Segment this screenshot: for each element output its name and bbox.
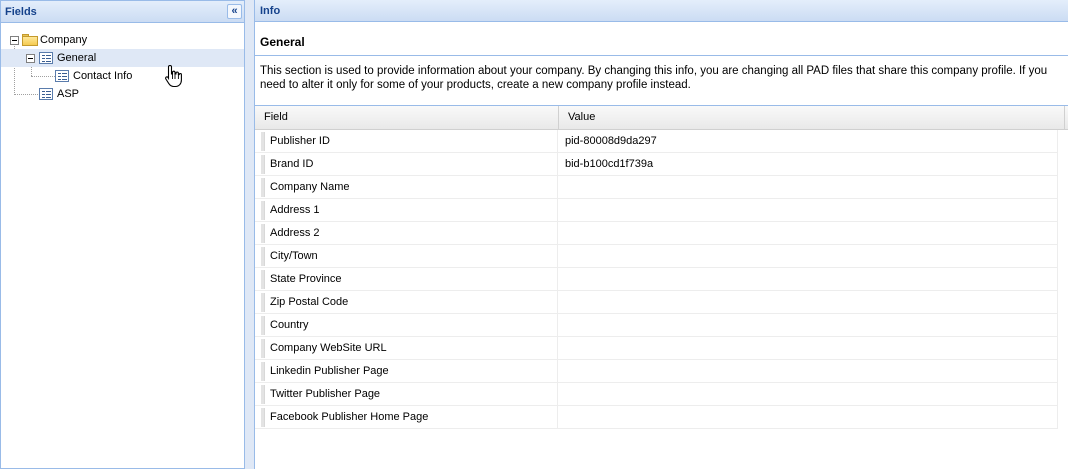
table-row[interactable]: Company WebSite URL: [255, 337, 1058, 360]
grid-header: Field Value: [255, 106, 1068, 130]
section-title: General: [260, 35, 305, 49]
field-value-cell[interactable]: [559, 314, 1058, 337]
table-row[interactable]: State Province: [255, 268, 1058, 291]
field-value-cell[interactable]: [559, 291, 1058, 314]
tree-node-label: General: [57, 52, 97, 64]
field-value-cell[interactable]: [559, 360, 1058, 383]
tree-node-contact-info[interactable]: Contact Info: [1, 67, 244, 85]
collapse-toggle-icon[interactable]: [10, 36, 19, 45]
field-name-cell: Twitter Publisher Page: [265, 383, 558, 406]
table-row[interactable]: Facebook Publisher Home Page: [255, 406, 1058, 429]
field-name-cell: Brand ID: [265, 153, 558, 176]
table-row[interactable]: Company Name: [255, 176, 1058, 199]
info-panel: Info General This section is used to pro…: [254, 0, 1068, 469]
tree-node-label: ASP: [57, 88, 80, 100]
info-panel-header: Info: [255, 0, 1068, 22]
collapse-toggle-icon[interactable]: [26, 54, 35, 63]
tree-node-label: Company: [40, 34, 88, 46]
field-value-cell[interactable]: pid-80008d9da297: [559, 130, 1058, 153]
field-value-cell[interactable]: [559, 337, 1058, 360]
hand-cursor-icon: [165, 64, 182, 88]
field-name-cell: City/Town: [265, 245, 558, 268]
tree-node-general[interactable]: General: [1, 49, 244, 67]
column-header-value[interactable]: Value: [559, 106, 1065, 129]
fields-panel: Fields « Company General Contact Info AS…: [0, 0, 245, 469]
form-icon: [39, 52, 53, 64]
panel-splitter[interactable]: [245, 0, 254, 469]
double-chevron-left-icon: «: [231, 5, 238, 17]
tree-node-asp[interactable]: ASP: [1, 85, 244, 103]
table-row[interactable]: Twitter Publisher Page: [255, 383, 1058, 406]
tree-node-label: Contact Info: [73, 70, 133, 82]
field-value-cell[interactable]: [559, 406, 1058, 429]
table-row[interactable]: Publisher ID pid-80008d9da297: [255, 130, 1058, 153]
table-row[interactable]: Address 1: [255, 199, 1058, 222]
field-value-cell[interactable]: [559, 199, 1058, 222]
divider: [255, 55, 1068, 56]
tree-node-company[interactable]: Company: [1, 31, 244, 49]
field-name-cell: State Province: [265, 268, 558, 291]
fields-panel-header: Fields «: [1, 1, 244, 23]
folder-open-icon: [22, 34, 38, 46]
table-row[interactable]: Country: [255, 314, 1058, 337]
table-row[interactable]: Zip Postal Code: [255, 291, 1058, 314]
collapse-panel-button[interactable]: «: [227, 4, 242, 19]
field-value-cell[interactable]: [559, 176, 1058, 199]
field-name-cell: Zip Postal Code: [265, 291, 558, 314]
field-name-cell: Linkedin Publisher Page: [265, 360, 558, 383]
field-name-cell: Company Name: [265, 176, 558, 199]
fields-panel-title: Fields: [5, 6, 37, 18]
info-panel-title: Info: [260, 5, 281, 17]
field-name-cell: Address 1: [265, 199, 558, 222]
field-name-cell: Country: [265, 314, 558, 337]
field-name-cell: Publisher ID: [265, 130, 558, 153]
field-name-cell: Address 2: [265, 222, 558, 245]
field-value-cell[interactable]: [559, 245, 1058, 268]
table-row[interactable]: Brand ID bid-b100cd1f739a: [255, 153, 1058, 176]
field-value-cell[interactable]: [559, 222, 1058, 245]
fields-grid: Field Value Publisher ID pid-80008d9da297…: [255, 105, 1068, 469]
field-value-cell[interactable]: bid-b100cd1f739a: [559, 153, 1058, 176]
table-row[interactable]: Linkedin Publisher Page: [255, 360, 1058, 383]
field-value-cell[interactable]: [559, 383, 1058, 406]
section-description: This section is used to provide informat…: [260, 65, 1048, 91]
field-name-cell: Facebook Publisher Home Page: [265, 406, 558, 429]
column-header-field[interactable]: Field: [255, 106, 559, 129]
table-row[interactable]: City/Town: [255, 245, 1058, 268]
form-icon: [55, 70, 69, 82]
field-value-cell[interactable]: [559, 268, 1058, 291]
field-name-cell: Company WebSite URL: [265, 337, 558, 360]
table-row[interactable]: Address 2: [255, 222, 1058, 245]
form-icon: [39, 88, 53, 100]
